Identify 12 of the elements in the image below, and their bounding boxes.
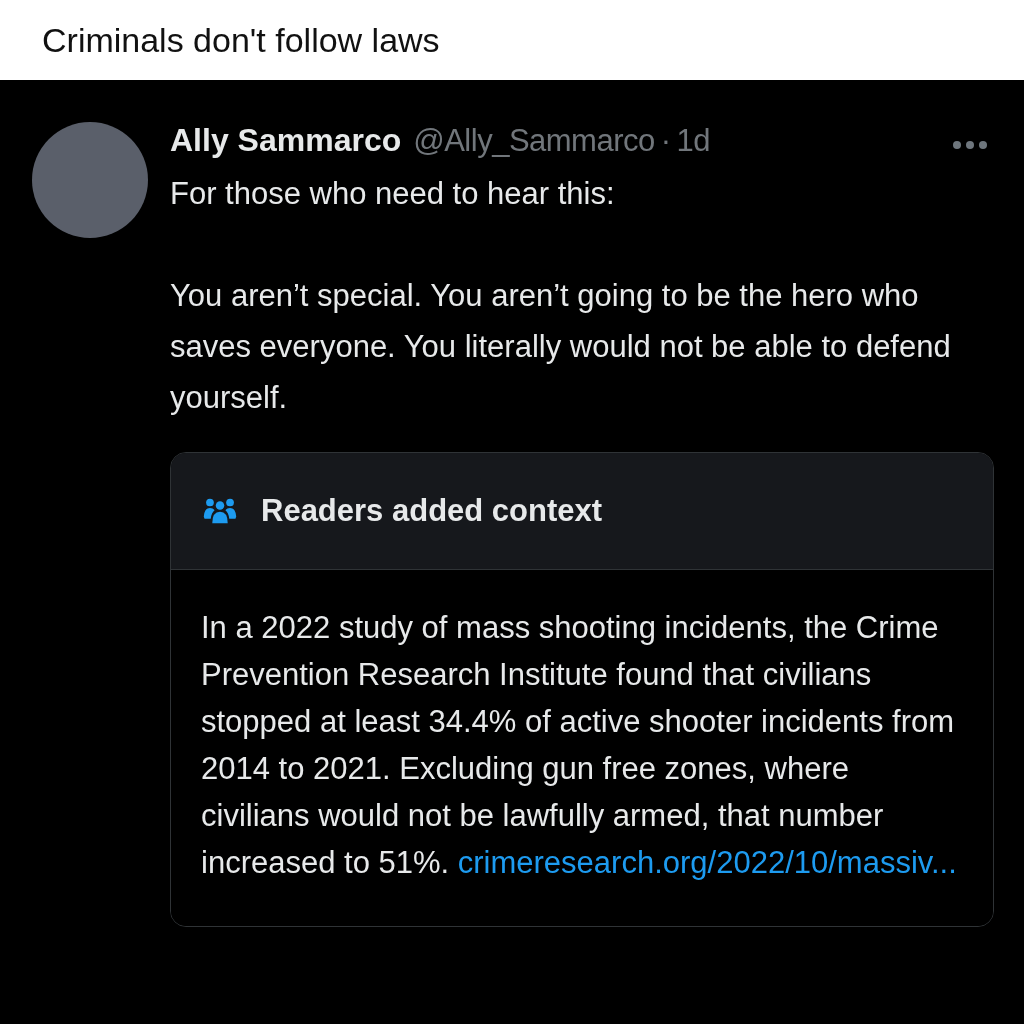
tweet-text: For those who need to hear this: — [170, 175, 616, 213]
note-text: In a 2022 study of mass shooting incidents, the Crime Prevention Research Institute found that civilians stopped at least 34.4% of active shooter incidents from 2014 to 2021. Excluding gun free zones, where civilians would not be lawfully armed, that number increased to 51%. crimeresearch.org/2022/10/massiv... — [201, 609, 958, 882]
post-time[interactable]: 1d — [676, 123, 711, 159]
author-name[interactable]: Ally Sammarco — [170, 122, 402, 159]
separator-dot: · — [660, 123, 671, 159]
tweet-text: You aren’t special. You aren’t going to be the hero who saves everyone. You literally would not be able to defend yourself. — [170, 277, 952, 417]
author-handle[interactable]: @Ally_Sammarco — [413, 123, 655, 159]
note-heading: Readers added context — [261, 493, 603, 529]
people-icon — [203, 497, 237, 525]
source-link[interactable]: crimeresearch.org/2022/10/massiv... — [457, 845, 957, 880]
more-icon[interactable] — [952, 140, 988, 150]
post-title: Criminals don't follow laws — [42, 20, 440, 60]
